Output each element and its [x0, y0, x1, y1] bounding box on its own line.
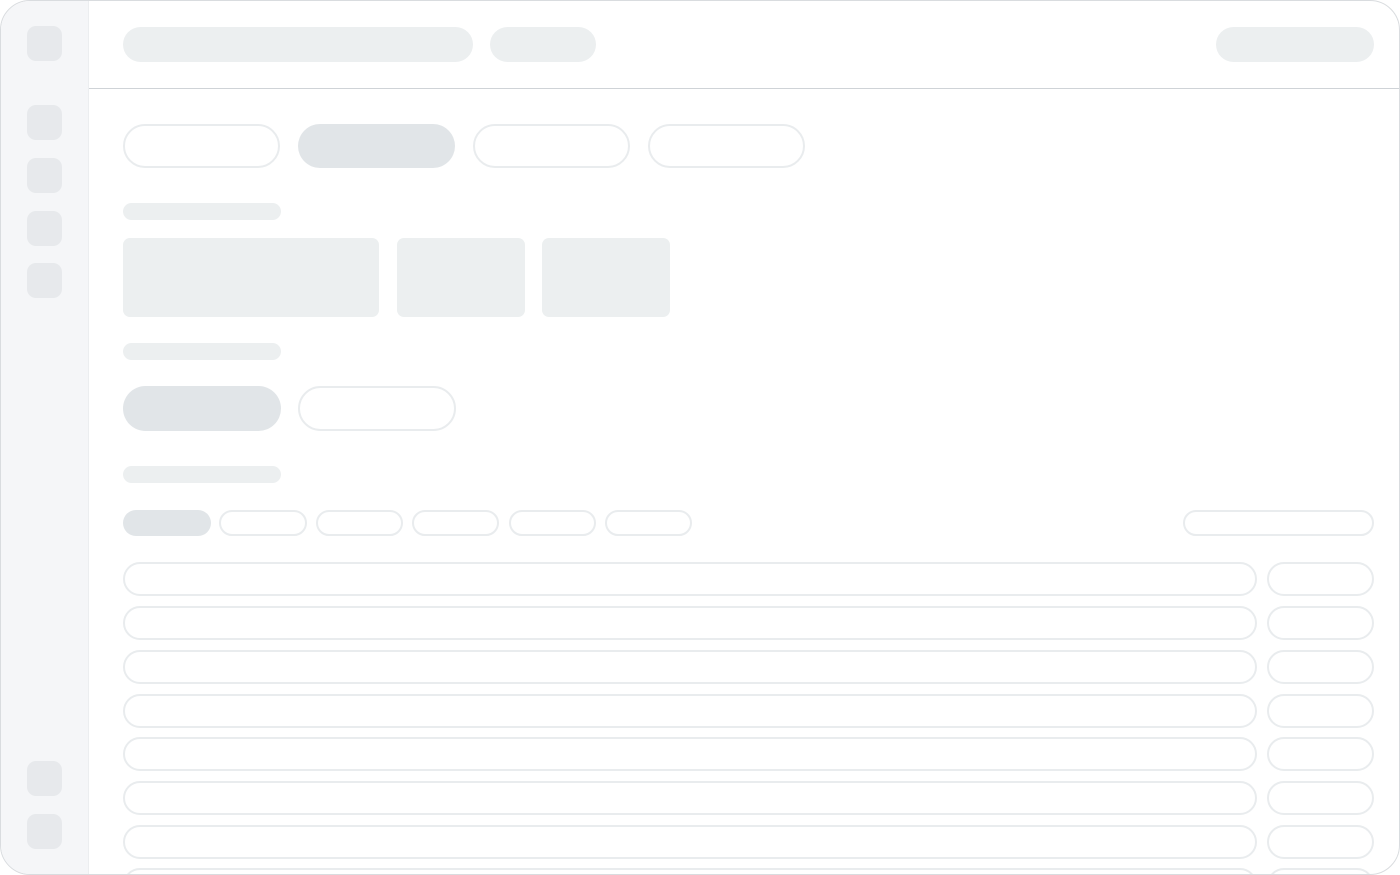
row-action-button[interactable] [1267, 562, 1374, 596]
row-action-button[interactable] [1267, 781, 1374, 815]
row-action-button[interactable] [1267, 606, 1374, 640]
section-label-options [123, 343, 281, 360]
tab-3[interactable] [473, 124, 630, 168]
search-input[interactable] [1183, 510, 1374, 536]
summary-card-primary [123, 238, 379, 317]
row-action-button[interactable] [1267, 868, 1374, 874]
summary-card-secondary [397, 238, 525, 317]
row-action-button[interactable] [1267, 694, 1374, 728]
table-row[interactable] [123, 562, 1257, 596]
table-row[interactable] [123, 737, 1257, 771]
sidebar-bottom-icon-1[interactable] [27, 761, 62, 796]
toggle-button-unselected[interactable] [298, 386, 456, 431]
sidebar-nav-icon-2[interactable] [27, 158, 62, 193]
table-row[interactable] [123, 868, 1257, 874]
sidebar-nav-icon-3[interactable] [27, 211, 62, 246]
page-title [123, 27, 473, 62]
sidebar-nav-icon-1[interactable] [27, 105, 62, 140]
header-action-button[interactable] [1216, 27, 1374, 62]
sidebar-nav-icon-4[interactable] [27, 263, 62, 298]
row-action-button[interactable] [1267, 737, 1374, 771]
table-row[interactable] [123, 606, 1257, 640]
table-row[interactable] [123, 650, 1257, 684]
tab-4[interactable] [648, 124, 805, 168]
filter-chip[interactable] [412, 510, 499, 536]
table-row[interactable] [123, 694, 1257, 728]
filter-chip[interactable] [316, 510, 403, 536]
sidebar-bottom-icon-2[interactable] [27, 814, 62, 849]
app-window [0, 0, 1400, 875]
summary-card-tertiary [542, 238, 670, 317]
table-row[interactable] [123, 781, 1257, 815]
filter-chip[interactable] [219, 510, 307, 536]
breadcrumb[interactable] [490, 27, 596, 62]
filter-chip[interactable] [605, 510, 692, 536]
tab-1[interactable] [123, 124, 280, 168]
table-row[interactable] [123, 825, 1257, 859]
row-action-button[interactable] [1267, 650, 1374, 684]
toggle-button-selected[interactable] [123, 386, 281, 431]
filter-chip[interactable] [509, 510, 596, 536]
tab-2-active[interactable] [298, 124, 455, 168]
section-label-summary [123, 203, 281, 220]
section-label-list [123, 466, 281, 483]
sidebar [1, 1, 89, 874]
row-action-button[interactable] [1267, 825, 1374, 859]
app-logo-icon[interactable] [27, 26, 62, 61]
filter-chip-active[interactable] [123, 510, 211, 536]
